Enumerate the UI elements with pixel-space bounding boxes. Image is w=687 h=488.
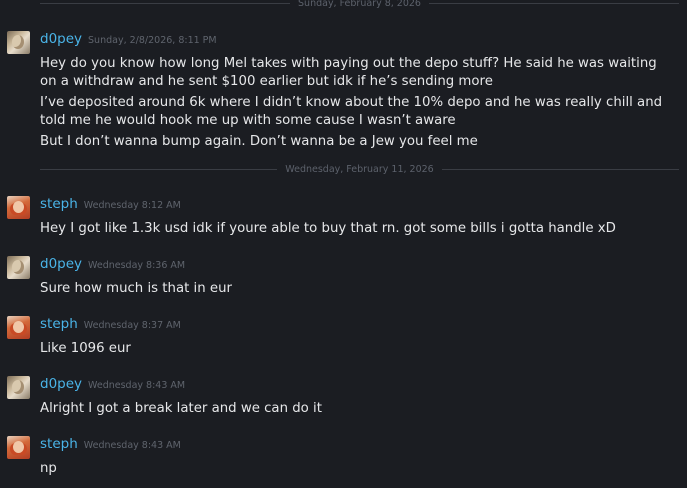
author-name[interactable]: steph — [40, 316, 78, 332]
date-divider: Wednesday, February 11, 2026 — [40, 163, 679, 175]
avatar[interactable] — [7, 256, 30, 279]
message-text: I’ve deposited around 6k where I didn’t … — [40, 95, 663, 128]
avatar[interactable] — [7, 196, 30, 219]
author-name[interactable]: d0pey — [40, 376, 82, 392]
avatar[interactable] — [7, 376, 30, 399]
chat-log: Sunday, February 8, 2026 d0pey Sunday, 2… — [0, 0, 687, 488]
message-header: d0pey Wednesday 8:43 AM — [40, 376, 185, 392]
divider-line — [40, 2, 291, 4]
message-timestamp: Wednesday 8:37 AM — [83, 320, 181, 331]
message-header: steph Wednesday 8:37 AM — [40, 316, 181, 332]
message-text: np — [40, 461, 57, 476]
message-text: Hey do you know how long Mel takes with … — [40, 56, 657, 89]
author-name[interactable]: steph — [40, 436, 78, 452]
avatar[interactable] — [7, 31, 30, 54]
message-text: Sure how much is that in eur — [40, 281, 232, 296]
message-text: But I don’t wanna bump again. Don’t wann… — [40, 134, 478, 149]
message-timestamp: Wednesday 8:36 AM — [88, 260, 186, 271]
divider-line — [441, 168, 679, 170]
date-divider: Sunday, February 8, 2026 — [40, 0, 679, 9]
message-text: Like 1096 eur — [40, 341, 131, 356]
message-timestamp: Sunday, 2/8/2026, 8:11 PM — [88, 35, 217, 46]
message-header: d0pey Wednesday 8:36 AM — [40, 256, 185, 272]
author-name[interactable]: d0pey — [40, 256, 82, 272]
message-text: Hey I got like 1.3k usd idk if youre abl… — [40, 221, 616, 236]
message-timestamp: Wednesday 8:12 AM — [83, 200, 181, 211]
message-timestamp: Wednesday 8:43 AM — [83, 440, 181, 451]
avatar[interactable] — [7, 316, 30, 339]
message-text: Alright I got a break later and we can d… — [40, 401, 322, 416]
author-name[interactable]: steph — [40, 196, 78, 212]
date-divider-label: Sunday, February 8, 2026 — [298, 0, 421, 9]
message-header: steph Wednesday 8:12 AM — [40, 196, 181, 212]
message-header: steph Wednesday 8:43 AM — [40, 436, 181, 452]
divider-line — [428, 2, 679, 4]
avatar[interactable] — [7, 436, 30, 459]
date-divider-label: Wednesday, February 11, 2026 — [285, 163, 434, 175]
author-name[interactable]: d0pey — [40, 31, 82, 47]
message-timestamp: Wednesday 8:43 AM — [88, 380, 186, 391]
message-header: d0pey Sunday, 2/8/2026, 8:11 PM — [40, 31, 217, 47]
divider-line — [40, 168, 278, 170]
